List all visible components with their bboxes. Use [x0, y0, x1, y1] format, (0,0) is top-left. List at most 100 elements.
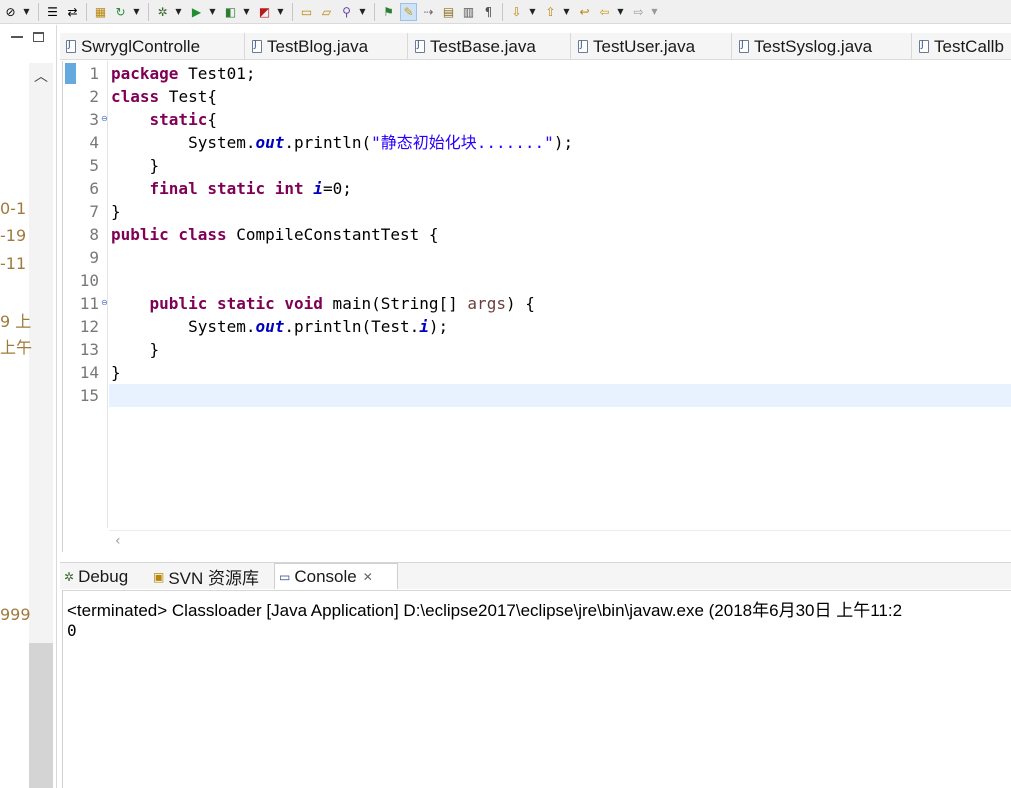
code-text: {: [207, 110, 217, 129]
code-line: }: [111, 363, 121, 382]
close-icon[interactable]: ✕: [363, 570, 373, 584]
tab-testsyslog[interactable]: TestSyslog.java: [733, 33, 912, 59]
tab-label: Debug: [78, 566, 129, 586]
code-line: }: [111, 340, 160, 359]
toggle-word-wrap-icon[interactable]: ⇢: [420, 3, 437, 21]
new-java-package-icon[interactable]: ⇄: [64, 3, 81, 21]
previous-annotation-icon[interactable]: ⇧: [542, 3, 559, 21]
code-line: static{: [111, 108, 217, 131]
java-file-icon: [578, 40, 588, 53]
tab-testcallback[interactable]: TestCallb: [913, 33, 1011, 59]
coverage-icon[interactable]: ◧: [222, 3, 239, 21]
toggle-mark-occurrences-icon[interactable]: ✎: [400, 2, 417, 21]
block-selection-icon[interactable]: ▤: [440, 3, 457, 21]
new-java-package-icon[interactable]: ▦: [92, 3, 109, 21]
code-text: .println(Test.: [284, 317, 420, 336]
fold-toggle-icon[interactable]: ⊖: [101, 108, 108, 131]
code-text: System.: [188, 133, 256, 152]
tab-testbase[interactable]: TestBase.java: [409, 33, 571, 59]
minimize-icon[interactable]: [11, 36, 23, 38]
tab-testblog[interactable]: TestBlog.java: [246, 33, 408, 59]
bookmark-marker: [65, 63, 76, 84]
scrollbar-thumb[interactable]: [29, 643, 53, 788]
tab-label: TestCallb: [934, 36, 1004, 56]
code-line: final static int i=0;: [111, 177, 352, 200]
chevron-up-icon[interactable]: ︿: [31, 66, 51, 85]
code-text: );: [553, 133, 574, 152]
tab-testuser[interactable]: TestUser.java: [572, 33, 732, 59]
code-text: Test{: [159, 87, 217, 106]
tab-label: TestUser.java: [593, 36, 696, 56]
run-icon[interactable]: ▶: [188, 3, 205, 21]
line-number: 1: [89, 64, 99, 83]
chevron-down-icon[interactable]: ▼: [174, 3, 183, 21]
code-line: public class CompileConstantTest {: [111, 223, 439, 246]
search-icon[interactable]: ⚲: [338, 3, 355, 21]
chevron-left-icon[interactable]: ‹: [115, 533, 121, 549]
code-line: }: [111, 202, 121, 221]
line-number: 15: [79, 386, 99, 405]
toggle-breadcrumb-icon[interactable]: ⚑: [380, 3, 397, 21]
show-whitespace-icon[interactable]: ▥: [460, 3, 477, 21]
svn-repository-icon: ▣: [153, 569, 165, 584]
tab-svn-repository[interactable]: ▣ SVN 资源库: [149, 563, 273, 589]
maximize-icon[interactable]: [33, 32, 44, 42]
console-output: 0: [67, 621, 77, 640]
debug-icon: ✲: [64, 569, 75, 584]
chevron-down-icon[interactable]: ▼: [562, 3, 571, 21]
parameter: args: [467, 294, 506, 313]
chevron-down-icon[interactable]: ▼: [132, 3, 141, 21]
keyword: static: [149, 110, 208, 129]
external-tools-icon[interactable]: ◩: [256, 3, 273, 21]
link-with-editor-icon[interactable]: ☰: [44, 3, 61, 21]
next-annotation-icon[interactable]: ⇩: [508, 3, 525, 21]
toolbar-separator: [502, 2, 503, 21]
last-edit-location-icon[interactable]: ↩: [576, 3, 593, 21]
chevron-down-icon[interactable]: ▼: [208, 3, 217, 21]
fold-toggle-icon[interactable]: ⊖: [101, 292, 108, 315]
chevron-down-icon[interactable]: ▼: [650, 3, 659, 21]
chevron-down-icon[interactable]: ▼: [22, 3, 31, 21]
current-line-highlight: [109, 384, 1011, 407]
java-file-icon: [739, 40, 749, 53]
line-number: 4: [89, 133, 99, 152]
line-number: 6: [89, 179, 99, 198]
line-number: 9: [89, 248, 99, 267]
back-icon[interactable]: ⇦: [596, 3, 613, 21]
code-text: CompileConstantTest {: [226, 225, 439, 244]
chevron-down-icon[interactable]: ▼: [616, 3, 625, 21]
keyword: public class: [111, 225, 227, 244]
static-field: i: [313, 179, 323, 198]
code-editor[interactable]: 1 2 3 ⊖ 4 5 6 7 8 9 10 11 ⊖ 12 13 14 15 …: [62, 61, 1011, 552]
toolbar-separator: [86, 2, 87, 21]
code-text-area[interactable]: package Test01; class Test{ static{ Syst…: [109, 61, 1011, 528]
open-type-icon[interactable]: ▭: [298, 3, 315, 21]
code-line: }: [111, 156, 160, 175]
tab-label: TestBase.java: [430, 36, 536, 56]
code-text: System.: [188, 317, 256, 336]
open-task-icon[interactable]: ▱: [318, 3, 335, 21]
skip-all-breakpoints-icon[interactable]: ⊘: [2, 3, 19, 21]
console-icon: ▭: [279, 570, 291, 584]
code-line: public static void main(String[] args) {: [111, 292, 535, 315]
show-whitespace-icon[interactable]: ¶: [480, 3, 497, 21]
refresh-icon[interactable]: ↻: [112, 3, 129, 21]
code-text: =0;: [322, 179, 352, 198]
debug-icon[interactable]: ✲: [154, 3, 171, 21]
chevron-down-icon[interactable]: ▼: [242, 3, 251, 21]
line-number: 7: [89, 202, 99, 221]
console-view[interactable]: <terminated> Classloader [Java Applicati…: [62, 590, 1011, 788]
tab-debug[interactable]: ✲ Debug: [60, 563, 148, 589]
tab-swryglcontroller[interactable]: SwryglControlle: [60, 33, 245, 59]
tab-console[interactable]: ▭ Console ✕: [274, 563, 398, 589]
left-view-header: [0, 31, 56, 51]
chevron-down-icon[interactable]: ▼: [528, 3, 537, 21]
forward-icon[interactable]: ⇨: [630, 3, 647, 21]
horizontal-scrollbar[interactable]: ‹: [109, 530, 1011, 552]
chevron-down-icon[interactable]: ▼: [358, 3, 367, 21]
chevron-down-icon[interactable]: ▼: [276, 3, 285, 21]
